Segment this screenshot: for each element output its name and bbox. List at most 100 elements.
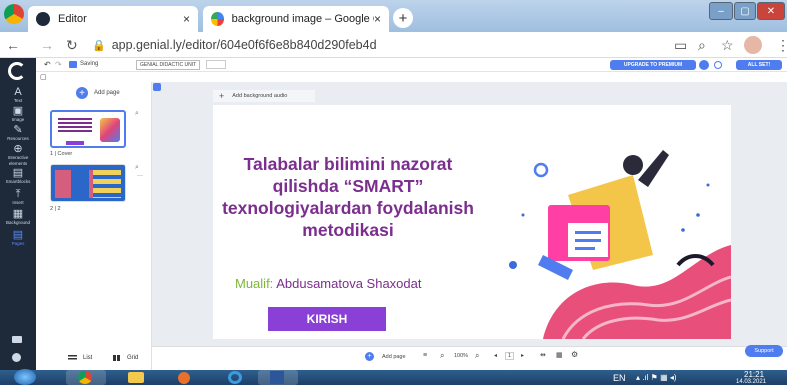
lock-icon: 🔒 xyxy=(92,39,106,52)
author-prefix: Mualif: xyxy=(235,276,274,291)
layers-icon[interactable]: ▢ xyxy=(40,73,47,81)
smartblocks-icon: ▤ xyxy=(12,167,24,179)
preview-eye-icon[interactable] xyxy=(714,61,722,69)
back-arrow-icon[interactable]: ← xyxy=(6,37,20,53)
settings-gear-icon[interactable]: ⚙ xyxy=(571,350,578,359)
add-background-audio-button[interactable]: + Add background audio xyxy=(213,90,315,102)
save-status: Saving xyxy=(80,61,99,67)
rail-item-text[interactable]: A Text xyxy=(0,86,36,104)
slide-illustration xyxy=(509,150,731,339)
ring-shape xyxy=(533,162,549,178)
rail-item-interactive-elements[interactable]: ⊕ Interactive elements xyxy=(0,143,36,167)
background-icon: ▦ xyxy=(12,208,24,220)
list-icon xyxy=(68,355,77,361)
taskbar-word-icon[interactable] xyxy=(258,370,298,385)
reload-icon[interactable]: ↻ xyxy=(66,37,78,54)
page-options-icon[interactable]: ⌕ xyxy=(135,164,139,172)
zoom-icon[interactable]: ⌕ xyxy=(698,37,706,54)
clock-date[interactable]: 14.03.2021 xyxy=(736,379,766,385)
keyboard-icon[interactable] xyxy=(12,336,22,343)
tray-icons[interactable]: ▴ .ıl ⚑ ▦ ◂) xyxy=(636,373,677,382)
all-set-button[interactable]: ALL SET! xyxy=(736,60,782,70)
save-status-icon xyxy=(69,61,77,68)
start-orb-icon[interactable] xyxy=(14,369,36,385)
menu-dots-icon[interactable]: ⋮ xyxy=(776,37,787,54)
resources-icon: ✎ xyxy=(13,124,23,136)
slide[interactable]: Talabalar bilimini nazorat qilishda “SMA… xyxy=(213,105,731,339)
align-icon[interactable]: ⇹ xyxy=(540,351,546,359)
language-indicator[interactable]: EN xyxy=(613,373,626,383)
profile-avatar[interactable] xyxy=(744,36,762,54)
tab-close-icon[interactable]: × xyxy=(183,12,190,26)
rail-item-smartblocks[interactable]: ▤ Smartblocks xyxy=(0,167,36,185)
raised-arm-shape xyxy=(638,150,669,187)
image-icon: ▣ xyxy=(12,105,24,117)
list-view-toggle[interactable]: List xyxy=(68,355,92,361)
zoom-out-icon[interactable]: ⌕ xyxy=(440,351,444,361)
thumb-button xyxy=(66,141,84,145)
taskbar-explorer-icon[interactable] xyxy=(116,370,156,385)
tab-title: Editor xyxy=(58,13,87,25)
close-window-button[interactable]: ✕ xyxy=(757,2,785,20)
text-icon: A xyxy=(14,86,22,98)
new-tab-button[interactable]: + xyxy=(393,8,413,28)
redo-icon[interactable]: ↷ xyxy=(55,60,62,69)
page-indicator[interactable]: 1 xyxy=(505,352,515,360)
plus-icon: + xyxy=(219,91,225,101)
clock-time[interactable]: 21:21 xyxy=(744,370,764,379)
rail-item-background[interactable]: ▦ Background xyxy=(0,208,36,226)
slide-title[interactable]: Talabalar bilimini nazorat qilishda “SMA… xyxy=(213,153,483,241)
canvas-corner-handle-icon[interactable] xyxy=(153,83,161,91)
interactive-icon: ⊕ xyxy=(13,143,23,155)
undo-icon[interactable]: ↶ xyxy=(44,60,51,69)
page-more-icon[interactable]: ··· xyxy=(137,173,143,179)
maximize-button[interactable]: ▢ xyxy=(734,2,756,20)
share-icon[interactable] xyxy=(699,60,709,70)
page-options-icon[interactable]: ⌕ xyxy=(135,110,139,118)
grid-view-toggle[interactable]: Grid xyxy=(113,355,138,361)
prev-page-icon[interactable]: ◂ xyxy=(494,352,497,359)
divider-icon: ≡ xyxy=(423,352,428,359)
plus-circle-icon: + xyxy=(365,352,374,361)
page-label-2: 2 | 2 xyxy=(50,206,61,212)
tab-close-icon[interactable]: × xyxy=(374,12,381,26)
add-page-button[interactable]: + Add page xyxy=(76,87,120,99)
tab-google-search[interactable]: background image – Google Qid × xyxy=(203,6,389,32)
next-page-icon[interactable]: ▸ xyxy=(521,352,524,359)
tab-title: background image – Google Qid xyxy=(231,13,374,25)
slide-author[interactable]: Mualif: Abdusamatova Shaxodat xyxy=(235,276,421,291)
genially-logo-icon xyxy=(8,62,26,80)
thumb-illustration xyxy=(100,118,120,142)
taskbar-chrome-icon[interactable] xyxy=(66,370,106,385)
forward-arrow-icon[interactable]: → xyxy=(40,37,54,53)
grid-layout-icon[interactable]: ▦ xyxy=(556,351,563,359)
taskbar-media-icon[interactable] xyxy=(166,370,206,385)
page-thumbnail-cover[interactable] xyxy=(50,110,126,148)
rail-item-image[interactable]: ▣ Image xyxy=(0,105,36,123)
upgrade-premium-button[interactable]: UPGRADE TO PREMIUM xyxy=(610,60,696,70)
rail-item-pages[interactable]: ▤ Pages xyxy=(0,229,36,247)
genially-favicon-icon xyxy=(36,12,50,26)
cast-icon[interactable]: ▭ xyxy=(674,37,687,54)
zoom-in-icon[interactable]: ⌕ xyxy=(475,351,479,361)
taskbar-ie-icon[interactable] xyxy=(216,370,256,385)
chrome-logo-icon xyxy=(4,4,24,24)
rail-item-resources[interactable]: ✎ Resources xyxy=(0,124,36,142)
page-thumbnail-2[interactable] xyxy=(50,164,126,202)
canvas-bottom-bar xyxy=(152,346,787,370)
address-field[interactable]: 🔒 app.genial.ly/editor/604e0f6f6e8b840d2… xyxy=(92,35,652,55)
page-label-cover: 1 | Cover xyxy=(50,151,73,157)
plus-circle-icon: + xyxy=(76,87,88,99)
kirish-button[interactable]: KIRISH xyxy=(268,307,386,331)
insert-icon: ⤒ xyxy=(15,188,21,200)
unit-extra-box[interactable] xyxy=(206,60,226,69)
help-icon[interactable] xyxy=(12,353,21,362)
author-name: Abdusamatova Shaxodat xyxy=(276,276,422,291)
unit-label[interactable]: GENIAL DIDACTIC UNIT xyxy=(136,60,201,70)
rail-item-insert[interactable]: ⤒ Insert xyxy=(0,188,36,206)
tab-editor[interactable]: Editor × xyxy=(28,6,198,32)
bottom-add-page-button[interactable]: + Add page xyxy=(365,352,406,361)
minimize-button[interactable]: – xyxy=(709,2,733,20)
support-button[interactable]: Support xyxy=(745,345,783,357)
bookmark-star-icon[interactable]: ☆ xyxy=(721,37,734,54)
